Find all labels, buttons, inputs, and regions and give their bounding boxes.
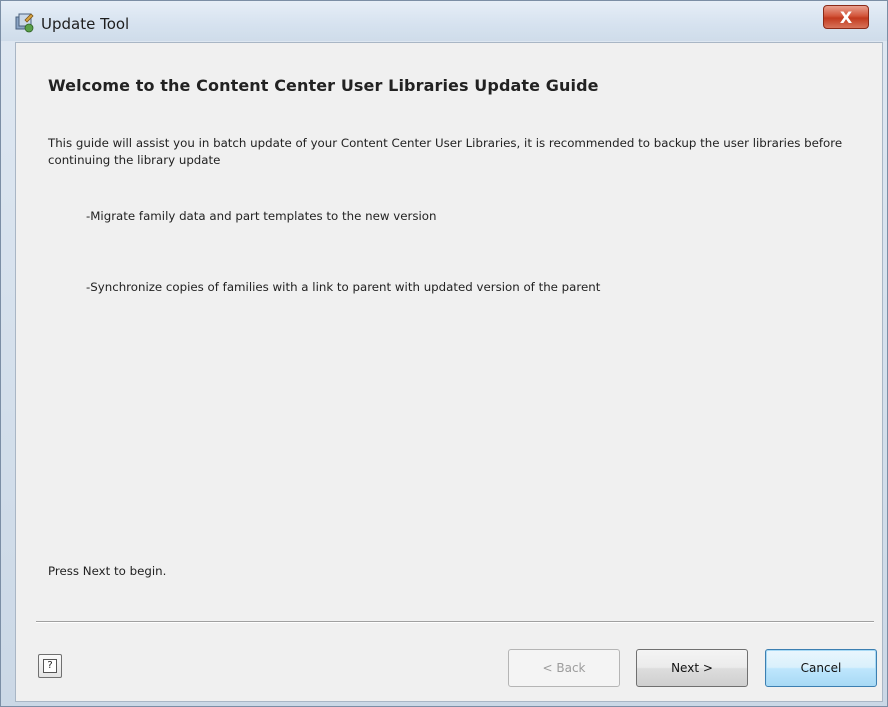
window-title: Update Tool	[41, 15, 130, 33]
title-bar[interactable]: Update Tool X	[1, 1, 887, 41]
cancel-button[interactable]: Cancel	[765, 649, 877, 687]
footer-separator	[36, 621, 874, 623]
back-button[interactable]: < Back	[508, 649, 620, 687]
help-icon: ?	[43, 659, 57, 673]
close-icon: X	[839, 7, 853, 27]
next-button[interactable]: Next >	[636, 649, 748, 687]
press-next-text: Press Next to begin.	[48, 564, 167, 578]
update-tool-icon	[13, 11, 35, 33]
bullet-synchronize: -Synchronize copies of families with a l…	[86, 280, 601, 294]
help-button[interactable]: ?	[38, 654, 62, 678]
page-title: Welcome to the Content Center User Libra…	[48, 76, 599, 95]
bullet-migrate: -Migrate family data and part templates …	[86, 209, 437, 223]
dialog-body: Welcome to the Content Center User Libra…	[15, 42, 883, 702]
close-button[interactable]: X	[823, 5, 869, 29]
intro-text: This guide will assist you in batch upda…	[48, 136, 843, 167]
update-tool-window: Update Tool X Welcome to the Content Cen…	[0, 0, 888, 707]
